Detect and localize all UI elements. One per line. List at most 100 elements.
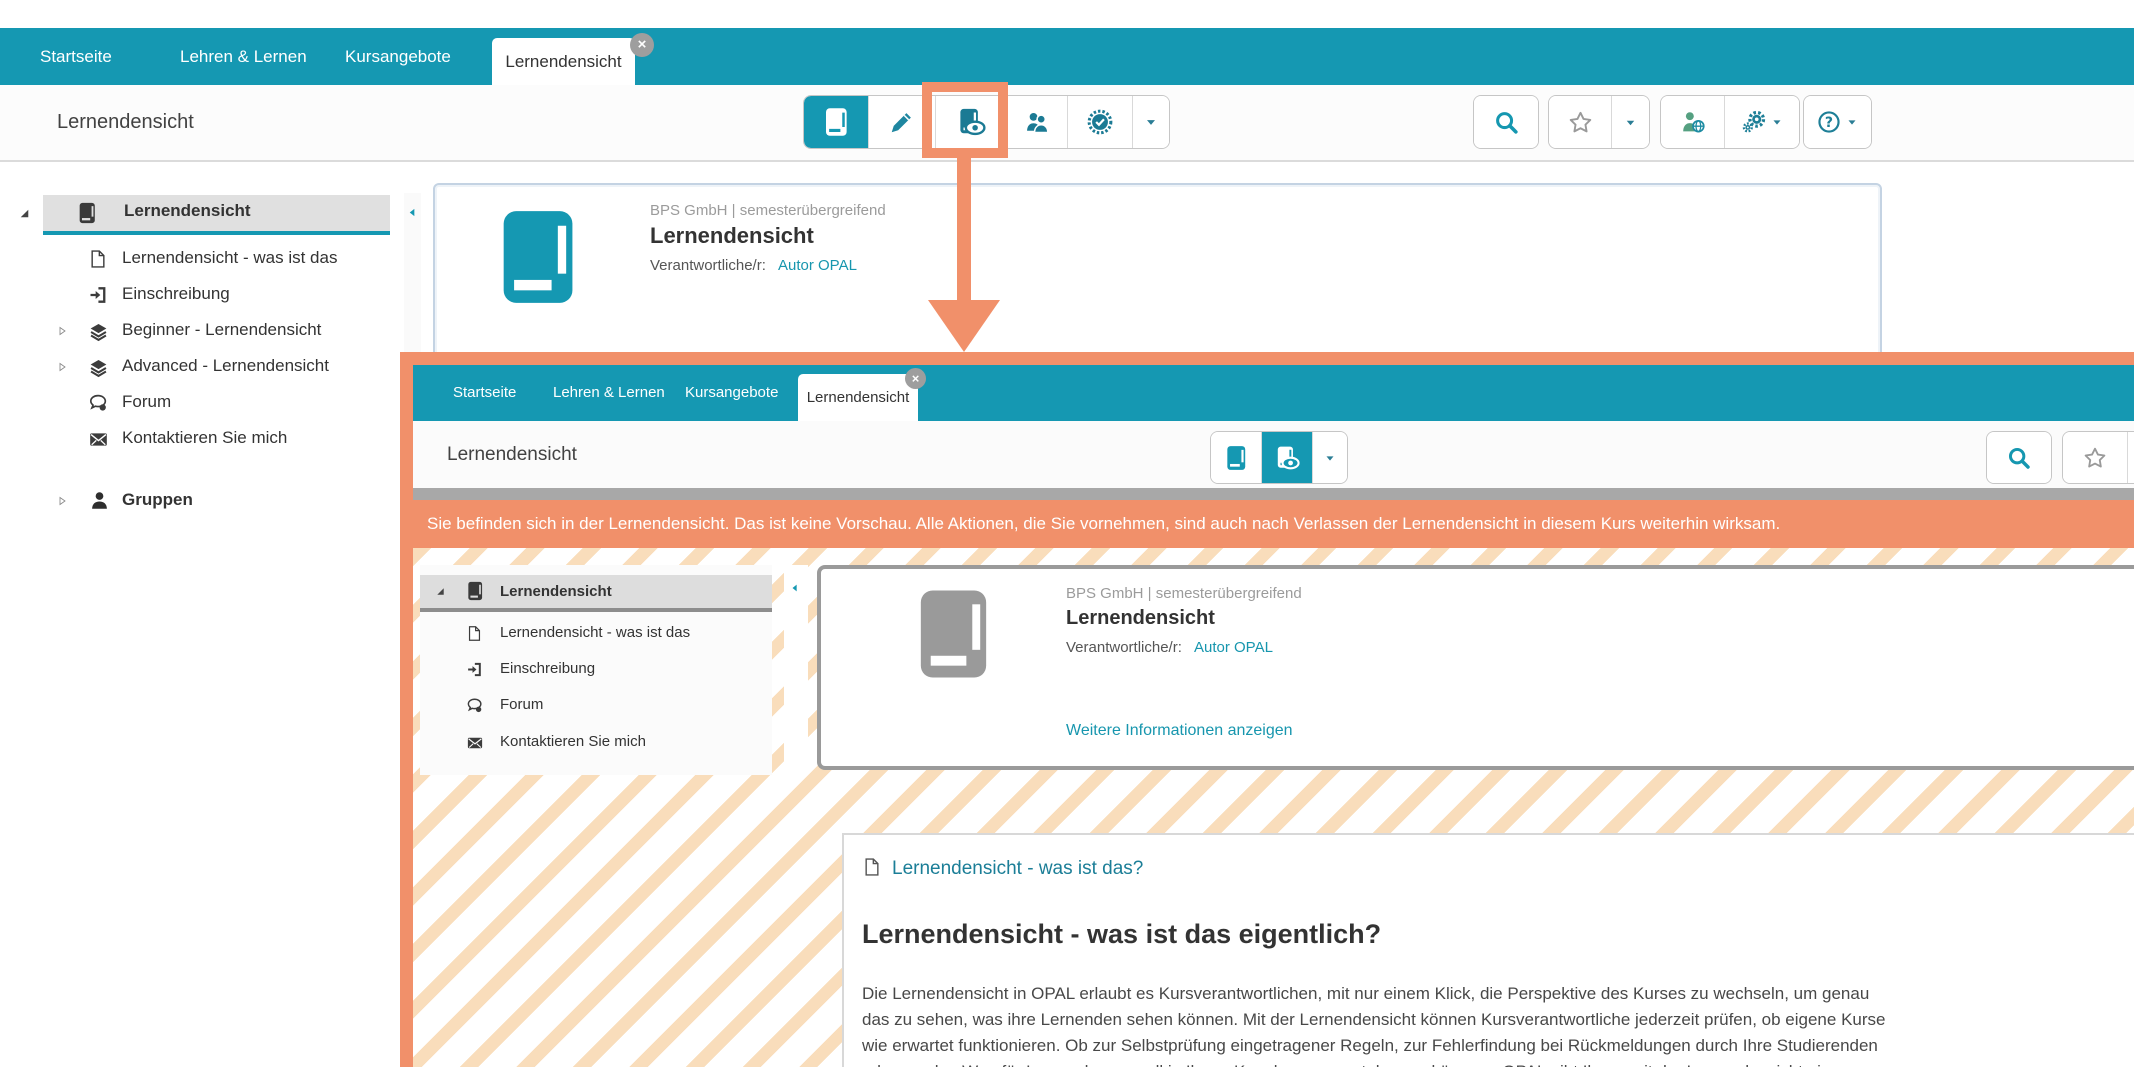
content-section-title: Lernendensicht - was ist das? [892, 858, 1144, 879]
tab-kursangebote[interactable]: Kursangebote [345, 28, 451, 85]
tab-startseite[interactable]: Startseite [40, 28, 112, 85]
course-title: Lernendensicht [650, 223, 814, 248]
page-icon [88, 249, 108, 269]
course-responsible-link[interactable]: Autor OPAL [778, 257, 857, 274]
main-nav-bar: Startseite Lehren & Lernen Kursangebote … [0, 28, 2134, 85]
search-button-group [1986, 431, 2052, 484]
page-icon [862, 855, 882, 879]
tree-selection-underline [43, 231, 390, 235]
person-globe-icon [1679, 108, 1707, 136]
learner-view-window: Startseite Lehren & Lernen Kursangebote … [400, 352, 2134, 1067]
tree-item-forum[interactable]: Forum [500, 696, 543, 713]
profile-settings-group [1660, 95, 1800, 149]
caret-down-icon [1770, 115, 1784, 129]
arrow-stem [957, 158, 971, 300]
tree-caret-expanded-icon[interactable] [18, 207, 31, 220]
course-view-button[interactable] [1211, 432, 1261, 483]
tab-lehren-lernen[interactable]: Lehren & Lernen [180, 28, 307, 85]
tab-kursangebote[interactable]: Kursangebote [685, 365, 778, 421]
profile-button[interactable] [1661, 96, 1724, 148]
tree-splitter[interactable] [404, 193, 421, 353]
course-title: Lernendensicht [1066, 607, 1215, 629]
pencil-icon [888, 108, 916, 136]
bookmark-caret-button[interactable] [2127, 432, 2134, 483]
course-responsible-label: Verantwortliche/r: [1066, 639, 1182, 656]
close-tab-button[interactable]: × [630, 33, 654, 57]
screen: Startseite Lehren & Lernen Kursangebote … [0, 0, 2134, 1067]
caret-down-icon [1323, 451, 1337, 465]
tree-caret-collapsed-icon[interactable] [56, 361, 68, 373]
tree-caret-collapsed-icon[interactable] [56, 325, 68, 337]
bookmark-button-group [2062, 431, 2134, 484]
collapse-panel-icon[interactable] [790, 583, 800, 593]
paragraph-line: wie erwartet funktionieren. Ob zur Selbs… [862, 1036, 1878, 1055]
help-button[interactable] [1804, 96, 1871, 148]
close-tab-button[interactable]: × [905, 368, 926, 389]
chat-icon [466, 697, 484, 715]
toolbar-more-button[interactable] [1312, 432, 1347, 483]
page-title: Lernendensicht [57, 111, 194, 133]
tree-item-einschreibung[interactable]: Einschreibung [122, 284, 230, 304]
page-icon [466, 625, 483, 642]
book-eye-icon [1274, 445, 1300, 471]
course-responsible-label: Verantwortliche/r: [650, 257, 766, 274]
more-info-link[interactable]: Weitere Informationen anzeigen [1066, 722, 1293, 740]
bookmark-button[interactable] [1549, 96, 1611, 148]
tree-item-forum[interactable]: Forum [122, 392, 171, 412]
tab-lehren-lernen[interactable]: Lehren & Lernen [553, 365, 665, 421]
search-icon [1493, 109, 1520, 136]
learner-view-divider [413, 488, 2134, 500]
tab-lernendensicht-active[interactable]: Lernendensicht [492, 38, 635, 85]
tree-item-beginner[interactable]: Beginner - Lernendensicht [122, 320, 321, 340]
course-meta: BPS GmbH | semesterübergreifend [650, 202, 886, 219]
tree-item-lernendensicht[interactable]: Lernendensicht [500, 583, 612, 600]
tab-startseite[interactable]: Startseite [453, 365, 516, 421]
content-heading: Lernendensicht - was ist das eigentlich? [862, 919, 1382, 949]
tree-item-was-ist-das[interactable]: Lernendensicht - was ist das [122, 248, 337, 268]
caret-down-icon [1845, 115, 1859, 129]
paragraph-line: Die Lernendensicht in OPAL erlaubt es Ku… [862, 984, 1870, 1003]
tree-selection-underline [420, 608, 772, 612]
highlight-box [922, 82, 1008, 158]
tree-item-lernendensicht[interactable]: Lernendensicht [124, 201, 251, 221]
search-button[interactable] [1474, 96, 1538, 148]
tree-item-kontaktieren[interactable]: Kontaktieren Sie mich [122, 428, 287, 448]
tree-splitter[interactable] [784, 565, 808, 773]
chat-icon [88, 393, 109, 414]
envelope-icon [88, 429, 109, 450]
tree-caret-collapsed-icon[interactable] [56, 495, 68, 507]
book-icon [465, 581, 485, 601]
course-meta: BPS GmbH | semesterübergreifend [1066, 585, 1302, 602]
page-title: Lernendensicht [447, 444, 577, 465]
course-tree: Lernendensicht Lernendensicht - was ist … [420, 565, 772, 775]
learner-view-button[interactable] [1261, 432, 1312, 483]
book-icon [1223, 445, 1249, 471]
course-view-button[interactable] [804, 96, 868, 148]
toolbar-more-button[interactable] [1132, 96, 1169, 148]
book-icon [821, 107, 851, 137]
course-responsible-link[interactable]: Autor OPAL [1194, 639, 1273, 656]
bookmark-caret-button[interactable] [1611, 96, 1649, 148]
learner-view-warning-banner: Sie befinden sich in der Lernendensicht.… [413, 500, 2134, 548]
tree-item-was-ist-das[interactable]: Lernendensicht - was ist das [500, 624, 690, 641]
bookmark-button[interactable] [2063, 432, 2127, 483]
tree-item-kontaktieren[interactable]: Kontaktieren Sie mich [500, 733, 646, 750]
tree-item-einschreibung[interactable]: Einschreibung [500, 660, 595, 677]
collapse-panel-icon[interactable] [407, 207, 418, 218]
gears-icon [1741, 109, 1767, 135]
course-card: BPS GmbH | semesterübergreifend Lernende… [817, 565, 2134, 770]
tree-item-advanced[interactable]: Advanced - Lernendensicht [122, 356, 329, 376]
paragraph-line: oder um den Weg für Lernende generell in… [862, 1059, 2134, 1067]
person-icon [88, 489, 111, 512]
settings-button[interactable] [1724, 96, 1799, 148]
tab-lernendensicht-active[interactable]: Lernendensicht [798, 374, 918, 421]
tree-item-gruppen[interactable]: Gruppen [122, 490, 193, 510]
participants-button[interactable] [1006, 96, 1067, 148]
search-button[interactable] [1987, 432, 2051, 483]
content-paragraph: Die Lernendensicht in OPAL erlaubt es Ku… [862, 981, 2134, 1067]
paragraph-line: das zu sehen, was ihre Lernenden sehen k… [862, 1010, 1886, 1029]
tree-caret-expanded-icon[interactable] [435, 586, 446, 597]
quality-badge-button[interactable] [1067, 96, 1132, 148]
layers-icon [88, 321, 109, 342]
star-icon [1567, 109, 1594, 136]
